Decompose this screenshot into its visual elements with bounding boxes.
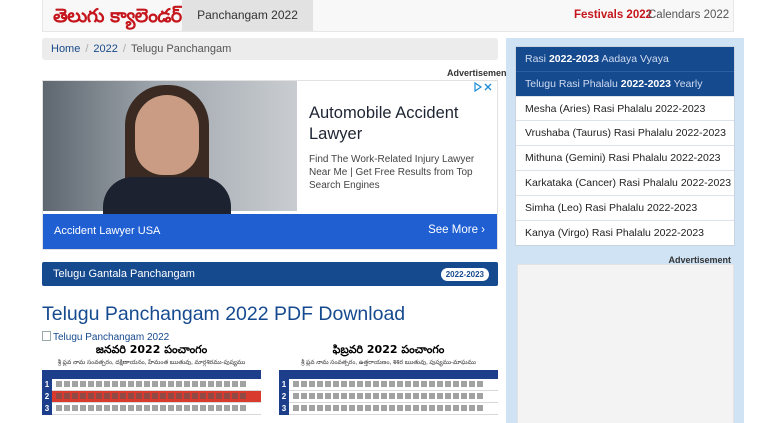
panchangam-image-link[interactable]: Telugu Panchangam 2022 <box>42 331 169 343</box>
ad-banner[interactable]: Automobile Accident Lawyer Find The Work… <box>42 80 498 250</box>
sidebar-item-mithuna[interactable]: Mithuna (Gemini) Rasi Phalalu 2022-2023 <box>516 146 734 171</box>
sidebar-item-mesha[interactable]: Mesha (Aries) Rasi Phalalu 2022-2023 <box>516 97 734 122</box>
ad-photo <box>43 81 297 217</box>
sidebar-item-karkataka[interactable]: Karkataka (Cancer) Rasi Phalalu 2022-202… <box>516 171 734 196</box>
sidebar: Rasi 2022-2023 Aadaya Vyaya Telugu Rasi … <box>506 38 744 423</box>
sidebar-item-vrushaba[interactable]: Vrushaba (Taurus) Rasi Phalalu 2022-2023 <box>516 121 734 147</box>
ad-sponsor: Accident Lawyer USA <box>54 225 161 237</box>
page-title: Telugu Panchangam 2022 PDF Download <box>42 303 406 325</box>
breadcrumb-home[interactable]: Home <box>51 43 80 55</box>
ad-choices-icon[interactable] <box>473 81 493 93</box>
calendar-subtitle: శ్రీ ప్లవ నామ సంవత్సరం, దక్షిణాయనం, హేమం… <box>57 360 246 366</box>
nav-calendars-label: Calendars 2022 <box>648 9 730 21</box>
nav-panchangam-tab[interactable]: Panchangam 2022 <box>182 0 313 31</box>
year-badge: 2022-2023 <box>440 268 489 281</box>
ad-footer[interactable]: Accident Lawyer USA See More › <box>43 214 497 249</box>
nav-festivals-link[interactable]: Festivals 2022 <box>574 0 652 31</box>
breadcrumb-year[interactable]: 2022 <box>93 43 117 55</box>
breadcrumb-separator: / <box>122 43 126 55</box>
gantala-panchangam-link[interactable]: Telugu Gantala Panchangam 2022-2023 <box>42 262 498 286</box>
calendar-row: 2 <box>42 391 261 403</box>
calendar-row: 2 <box>279 391 498 403</box>
sidebar-item-simha[interactable]: Simha (Leo) Rasi Phalalu 2022-2023 <box>516 196 734 221</box>
advertisement-label: Advertisement <box>447 68 510 78</box>
sidebar-item-rasi-aadaya-vyaya[interactable]: Rasi 2022-2023 Aadaya Vyaya <box>516 47 734 72</box>
nav-calendars-dropdown[interactable]: Calendars 2022 <box>648 0 733 48</box>
breadcrumb-current: Telugu Panchangam <box>130 43 232 55</box>
breadcrumb-separator: / <box>85 43 89 55</box>
sidebar-item-kanya[interactable]: Kanya (Virgo) Rasi Phalalu 2022-2023 <box>516 221 734 246</box>
calendar-subtitle: శ్రీ ప్లవ నామ సంవత్సరం, ఉత్తరాయణం, శిశిర… <box>301 360 476 366</box>
calendar-row: 3 <box>279 403 498 415</box>
rasi-list: Rasi 2022-2023 Aadaya Vyaya Telugu Rasi … <box>515 46 735 247</box>
calendar-heading: జనవరి 2022 పంచాంగం <box>95 343 208 356</box>
calendar-preview-february[interactable]: ఫిబ్రవరి 2022 పంచాంగం శ్రీ ప్లవ నామ సంవత… <box>279 343 498 423</box>
brand-logo[interactable]: తెలుగు క్యాలెండర్ <box>49 4 186 28</box>
calendar-heading: ఫిబ్రవరి 2022 పంచాంగం <box>332 343 445 356</box>
sidebar-ad-slot[interactable] <box>517 264 734 423</box>
gantala-label: Telugu Gantala Panchangam <box>53 268 195 280</box>
ad-title[interactable]: Automobile Accident Lawyer <box>309 103 489 145</box>
top-navbar: తెలుగు క్యాలెండర్ Panchangam 2022 Festiv… <box>42 0 734 48</box>
calendar-row: 1 <box>42 379 261 391</box>
calendar-row: 3 <box>42 403 261 415</box>
calendar-row: 1 <box>279 379 498 391</box>
broken-image-icon <box>42 331 51 341</box>
calendar-preview-january[interactable]: జనవరి 2022 పంచాంగం శ్రీ ప్లవ నామ సంవత్సర… <box>42 343 261 423</box>
image-alt-text: Telugu Panchangam 2022 <box>53 332 170 343</box>
ad-description: Find The Work-Related Injury Lawyer Near… <box>309 154 475 191</box>
ad-see-more-button[interactable]: See More › <box>428 224 485 236</box>
sidebar-item-rasi-phalalu-yearly[interactable]: Telugu Rasi Phalalu 2022-2023 Yearly <box>516 71 734 97</box>
breadcrumb: Home / 2022 / Telugu Panchangam <box>42 38 498 60</box>
